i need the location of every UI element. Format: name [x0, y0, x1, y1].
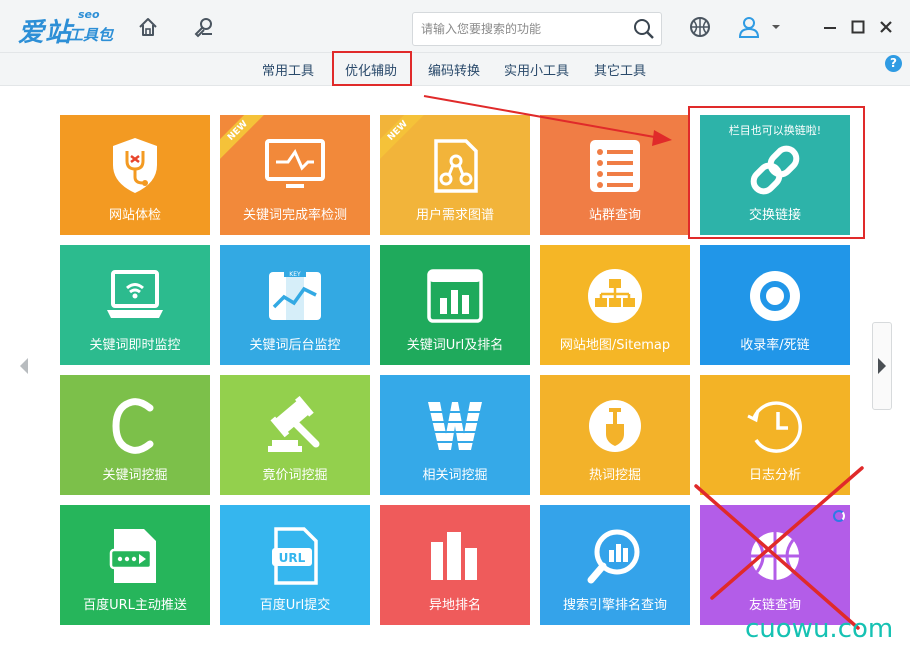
tile-remote-ranking[interactable]: 异地排名 [380, 505, 530, 625]
ring-icon [735, 263, 815, 329]
tile-log-analysis[interactable]: 日志分析 [700, 375, 850, 495]
logo-sub-text: 工具包 [68, 26, 114, 44]
annotation-box-tab [332, 51, 412, 86]
basketball-icon[interactable] [686, 13, 714, 41]
search-icon[interactable] [633, 18, 655, 40]
loading-spinner-icon [833, 510, 845, 522]
tile-hot-word-mining[interactable]: 热词挖掘 [540, 375, 690, 495]
title-bar: 爱站 seo 工具包 [0, 0, 910, 53]
chevron-left-icon [20, 358, 28, 374]
home-icon[interactable] [134, 13, 162, 41]
list-document-icon [575, 133, 655, 199]
tile-index-rate-deadlinks[interactable]: 收录率/死链 [700, 245, 850, 365]
tile-related-word-mining[interactable]: 相关词挖掘 [380, 375, 530, 495]
tile-label: 竟价词挖掘 [262, 468, 328, 483]
maximize-icon[interactable] [847, 16, 869, 38]
tile-label: 异地排名 [428, 598, 481, 613]
tile-label: 关键词Url及排名 [406, 338, 504, 353]
tile-baidu-url-push[interactable]: 百度URL主动推送 [60, 505, 210, 625]
clock-icon [735, 393, 815, 459]
tile-label: 百度Url提交 [259, 598, 331, 613]
search-box[interactable] [412, 12, 662, 46]
tile-label: 百度URL主动推送 [83, 598, 187, 613]
url-push-icon [95, 523, 175, 589]
tile-baidu-url-submit[interactable]: URL 百度Url提交 [220, 505, 370, 625]
tile-bidding-word-mining[interactable]: 竟价词挖掘 [220, 375, 370, 495]
search-input[interactable] [421, 19, 621, 39]
svg-text:URL: URL [279, 551, 306, 565]
tile-label: 收录率/死链 [740, 338, 810, 353]
logo-seo-text: seo [78, 8, 100, 21]
tile-label: 友链查询 [748, 598, 801, 613]
tile-label: 关键词即时监控 [89, 338, 181, 353]
tile-label: 搜索引擎排名查询 [562, 598, 667, 613]
annotation-box-tile [688, 106, 865, 239]
tab-common-tools[interactable]: 常用工具 [262, 60, 314, 79]
tile-label: 用户需求图谱 [415, 208, 494, 223]
magnifier-chart-icon [575, 523, 655, 589]
watermark-text: cuowu.com [745, 614, 894, 644]
basketball-icon [735, 523, 815, 589]
columns-icon [415, 523, 495, 589]
laptop-wifi-icon [95, 263, 175, 329]
gavel-icon [255, 393, 335, 459]
chevron-right-icon [878, 358, 886, 374]
tile-label: 关键词完成率检测 [242, 208, 347, 223]
tile-label: 关键词挖掘 [102, 468, 168, 483]
tile-label: 相关词挖掘 [422, 468, 488, 483]
tile-sitemap[interactable]: 网站地图/Sitemap [540, 245, 690, 365]
tab-other-tools[interactable]: 其它工具 [594, 60, 646, 79]
letter-w-icon [415, 393, 495, 459]
tile-label: 网站地图/Sitemap [559, 338, 671, 353]
tile-user-demand-graph[interactable]: NEW 用户需求图谱 [380, 115, 530, 235]
logo-main-text: 爱站 [18, 18, 73, 48]
tile-keyword-live-monitor[interactable]: 关键词即时监控 [60, 245, 210, 365]
tile-friend-link-query[interactable]: 友链查询 [700, 505, 850, 625]
sitemap-icon [575, 263, 655, 329]
tile-label: 热词挖掘 [588, 468, 641, 483]
letter-c-icon [95, 393, 175, 459]
minimize-icon[interactable] [819, 16, 841, 38]
tile-search-engine-ranking[interactable]: 搜索引擎排名查询 [540, 505, 690, 625]
prev-page-button[interactable] [14, 322, 34, 410]
tile-label: 网站体检 [108, 208, 161, 223]
graph-nodes-icon [415, 133, 495, 199]
chevron-down-icon[interactable] [766, 13, 786, 41]
tab-encoding[interactable]: 编码转换 [428, 60, 480, 79]
user-icon[interactable] [735, 13, 763, 41]
tile-site-checkup[interactable]: 网站体检 [60, 115, 210, 235]
svg-text:KEY: KEY [289, 271, 301, 278]
tile-label: 日志分析 [748, 468, 801, 483]
tile-keyword-url-ranking[interactable]: 关键词Url及排名 [380, 245, 530, 365]
tile-site-group-query[interactable]: 站群查询 [540, 115, 690, 235]
app-logo: 爱站 seo 工具包 [18, 8, 128, 48]
tile-keyword-backend-monitor[interactable]: KEY 关键词后台监控 [220, 245, 370, 365]
map-trend-icon: KEY [255, 263, 335, 329]
tile-keyword-mining[interactable]: 关键词挖掘 [60, 375, 210, 495]
tab-utilities[interactable]: 实用小工具 [504, 60, 569, 79]
tools-icon[interactable] [190, 13, 218, 41]
close-icon[interactable] [875, 16, 897, 38]
tile-keyword-completion[interactable]: NEW 关键词完成率检测 [220, 115, 370, 235]
url-file-icon: URL [255, 523, 335, 589]
help-icon[interactable]: ? [885, 55, 902, 72]
next-page-button[interactable] [872, 322, 892, 410]
tile-label: 关键词后台监控 [249, 338, 341, 353]
monitor-pulse-icon [255, 133, 335, 199]
tile-label: 站群查询 [588, 208, 641, 223]
shovel-icon [575, 393, 655, 459]
tab-bar: 常用工具 优化辅助 编码转换 实用小工具 其它工具 [0, 53, 910, 86]
bar-chart-window-icon [415, 263, 495, 329]
shield-stethoscope-icon [95, 133, 175, 199]
